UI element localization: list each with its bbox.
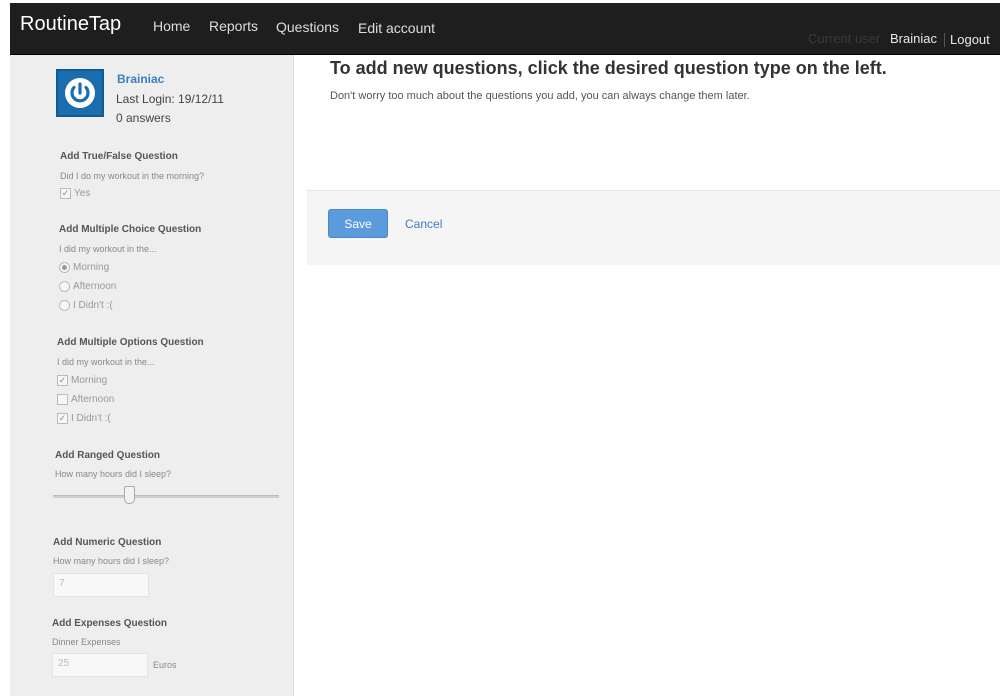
multiple-options-option: ✓ Morning bbox=[57, 375, 107, 386]
add-true-false-question[interactable]: Add True/False Question bbox=[60, 151, 178, 162]
multiple-options-option-label: Morning bbox=[71, 375, 108, 386]
add-ranged-question[interactable]: Add Ranged Question bbox=[55, 450, 160, 461]
expenses-sample-field: 25 bbox=[52, 653, 148, 677]
current-user-label: Current user bbox=[808, 31, 881, 46]
radio-unselected-icon bbox=[59, 300, 70, 311]
expenses-sample-text: Dinner Expenses bbox=[52, 637, 121, 647]
multiple-choice-option: Morning bbox=[59, 262, 109, 273]
nav-divider bbox=[944, 33, 945, 47]
multiple-options-option-label: I Didn't :( bbox=[71, 413, 111, 424]
multiple-choice-option-label: Morning bbox=[73, 262, 110, 273]
power-icon bbox=[65, 78, 95, 108]
multiple-options-option: Afternoon bbox=[57, 394, 114, 405]
multiple-choice-option: I Didn't :( bbox=[59, 300, 113, 311]
logout-link[interactable]: Logout bbox=[950, 32, 990, 47]
multiple-options-option-label: Afternoon bbox=[71, 394, 115, 405]
multiple-choice-option: Afternoon bbox=[59, 281, 116, 292]
nav-reports-link[interactable]: Reports bbox=[209, 18, 258, 34]
profile-name-link[interactable]: Brainiac bbox=[117, 72, 164, 86]
nav-edit-account-link[interactable]: Edit account bbox=[358, 20, 435, 36]
nav-questions-link[interactable]: Questions bbox=[276, 19, 339, 35]
multiple-choice-option-label: Afternoon bbox=[73, 281, 117, 292]
checkbox-checked-icon: ✓ bbox=[60, 188, 71, 199]
checkbox-unchecked-icon bbox=[57, 394, 68, 405]
numeric-sample-text: How many hours did I sleep? bbox=[53, 556, 170, 566]
cancel-link[interactable]: Cancel bbox=[405, 217, 442, 231]
checkbox-checked-icon: ✓ bbox=[57, 375, 68, 386]
ranged-sample-text: How many hours did I sleep? bbox=[55, 469, 172, 479]
form-actions-bar: Save Cancel bbox=[307, 190, 1000, 265]
add-multiple-choice-question[interactable]: Add Multiple Choice Question bbox=[59, 224, 201, 235]
radio-selected-icon bbox=[59, 262, 70, 273]
profile-answers-count: 0 answers bbox=[116, 111, 171, 125]
add-multiple-options-question[interactable]: Add Multiple Options Question bbox=[57, 337, 204, 348]
current-user-name-link[interactable]: Brainiac bbox=[890, 31, 937, 46]
multiple-choice-sample-text: I did my workout in the... bbox=[59, 244, 157, 254]
expenses-unit-label: Euros bbox=[153, 660, 177, 670]
add-numeric-question[interactable]: Add Numeric Question bbox=[53, 537, 161, 548]
profile-last-login: Last Login: 19/12/11 bbox=[116, 92, 224, 106]
ranged-slider-track bbox=[53, 495, 279, 498]
sidebar: Brainiac Last Login: 19/12/11 0 answers … bbox=[10, 55, 294, 696]
nav-home-link[interactable]: Home bbox=[153, 18, 190, 34]
checkbox-checked-icon: ✓ bbox=[57, 413, 68, 424]
save-button[interactable]: Save bbox=[328, 209, 388, 238]
page-subtext: Don't worry too much about the questions… bbox=[330, 90, 750, 102]
numeric-sample-field: 7 bbox=[53, 573, 149, 597]
avatar bbox=[56, 69, 104, 117]
true-false-sample-text: Did I do my workout in the morning? bbox=[60, 171, 205, 181]
brand-logo[interactable]: RoutineTap bbox=[20, 13, 121, 36]
multiple-choice-option-label: I Didn't :( bbox=[73, 300, 113, 311]
top-navbar: RoutineTap Home Reports Questions Edit a… bbox=[10, 3, 1000, 55]
page-heading: To add new questions, click the desired … bbox=[330, 58, 887, 78]
true-false-option: ✓ Yes bbox=[60, 188, 90, 199]
radio-unselected-icon bbox=[59, 281, 70, 292]
true-false-option-label: Yes bbox=[74, 188, 91, 199]
add-expenses-question[interactable]: Add Expenses Question bbox=[52, 618, 167, 629]
multiple-options-sample-text: I did my workout in the... bbox=[57, 357, 155, 367]
ranged-slider-handle bbox=[123, 486, 135, 504]
multiple-options-option: ✓ I Didn't :( bbox=[57, 413, 111, 424]
